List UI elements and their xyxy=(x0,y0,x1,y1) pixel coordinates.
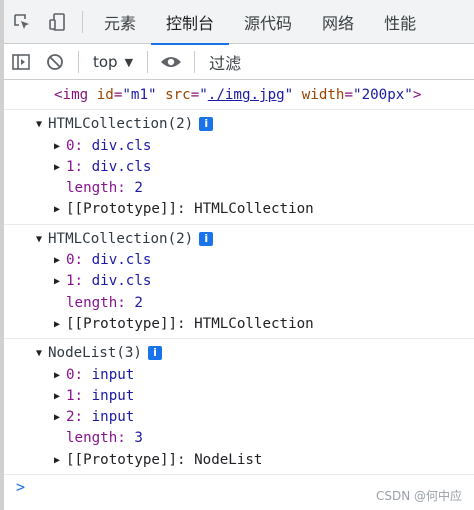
property-key: 0 xyxy=(66,366,75,383)
collapsed-triangle-icon[interactable]: ▶ xyxy=(54,271,66,292)
prototype-row[interactable]: ▶ [[Prototype]]: NodeList xyxy=(4,450,474,471)
object-property-row[interactable]: ▶ 0: div.cls xyxy=(4,136,474,157)
length-value: 3 xyxy=(134,430,143,447)
tag-open: <img xyxy=(54,87,89,103)
tab-console[interactable]: 控制台 xyxy=(151,0,230,45)
toolbar-divider xyxy=(82,10,83,33)
attr-name: width xyxy=(301,87,345,103)
prompt-chevron-icon: > xyxy=(16,478,26,497)
object-property-row[interactable]: ▶ 1: div.cls xyxy=(4,157,474,178)
object-summary: HTMLCollection(2) xyxy=(48,230,194,247)
collapsed-triangle-icon[interactable]: ▶ xyxy=(54,157,66,178)
prototype-value: NodeList xyxy=(194,451,263,468)
context-selector-label: top xyxy=(93,53,118,71)
attr-value: "m1" xyxy=(122,87,157,103)
console-toolbar: top ▼ 过滤 xyxy=(4,45,474,80)
property-key: 0 xyxy=(66,252,75,269)
object-property-row[interactable]: ▶ 0: input xyxy=(4,365,474,386)
length-row: length: 2 xyxy=(66,180,143,197)
toolbar-divider xyxy=(194,51,196,73)
tab-elements[interactable]: 元素 xyxy=(89,0,151,44)
info-icon[interactable]: i xyxy=(199,117,214,132)
property-value: div.cls xyxy=(91,137,152,154)
property-key: 1 xyxy=(66,158,75,175)
tab-performance[interactable]: 性能 xyxy=(369,0,431,44)
prototype-value: HTMLCollection xyxy=(194,201,314,218)
src-link[interactable]: ./img.jpg xyxy=(208,87,285,103)
attr-value: "200px" xyxy=(353,87,413,103)
chevron-down-icon: ▼ xyxy=(124,55,134,69)
device-toolbar-icon[interactable] xyxy=(40,0,76,44)
collapsed-triangle-icon[interactable]: ▶ xyxy=(54,250,66,271)
prototype-row[interactable]: ▶ [[Prototype]]: HTMLCollection xyxy=(4,199,474,220)
context-selector[interactable]: top ▼ xyxy=(85,45,141,80)
property-value: div.cls xyxy=(91,273,152,290)
prototype-row[interactable]: ▶ [[Prototype]]: HTMLCollection xyxy=(4,314,474,335)
img-element-line[interactable]: <img id="m1" src="./img.jpg" width="200p… xyxy=(4,85,474,106)
length-row: length: 3 xyxy=(66,430,143,447)
toolbar-divider xyxy=(147,51,149,73)
property-value: div.cls xyxy=(91,252,152,269)
filter-input[interactable]: 过滤 xyxy=(201,45,474,80)
collapsed-triangle-icon[interactable]: ▶ xyxy=(54,136,66,157)
inspect-element-icon[interactable] xyxy=(4,0,40,44)
watermark: CSDN @何中应 xyxy=(375,489,462,503)
length-value: 2 xyxy=(134,294,143,311)
object-property-row[interactable]: ▶ 2: input xyxy=(4,407,474,428)
info-icon[interactable]: i xyxy=(199,231,214,246)
object-header[interactable]: ▼ HTMLCollection(2) i xyxy=(4,229,474,250)
attr-name: src xyxy=(165,87,191,103)
console-message-group: ▼ HTMLCollection(2) i ▶ 0: div.cls ▶ 1: div.… xyxy=(4,225,474,340)
length-row: length: 2 xyxy=(66,294,143,311)
expanded-triangle-icon[interactable]: ▼ xyxy=(36,114,48,135)
live-expression-icon[interactable] xyxy=(154,45,188,80)
property-key: 2 xyxy=(66,409,75,426)
tab-network[interactable]: 网络 xyxy=(307,0,369,44)
object-summary: NodeList(3) xyxy=(48,345,142,362)
collapsed-triangle-icon[interactable]: ▶ xyxy=(54,365,66,386)
object-property-row[interactable]: ▶ 1: input xyxy=(4,386,474,407)
object-property-row[interactable]: ▶ 1: div.cls xyxy=(4,271,474,292)
property-value: input xyxy=(91,366,135,383)
property-value: input xyxy=(91,387,135,404)
length-key: length xyxy=(66,430,118,447)
attr-quote: " xyxy=(199,87,208,103)
tab-sources[interactable]: 源代码 xyxy=(229,0,307,44)
property-value: input xyxy=(91,409,135,426)
show-sidebar-icon[interactable] xyxy=(4,45,38,80)
property-key: 0 xyxy=(66,137,75,154)
devtools-tab-bar: 元素 控制台 源代码 网络 性能 xyxy=(4,0,474,45)
object-summary: HTMLCollection(2) xyxy=(48,116,194,133)
toolbar-divider xyxy=(78,51,79,73)
object-header[interactable]: ▼ HTMLCollection(2) i xyxy=(4,114,474,135)
clear-console-icon[interactable] xyxy=(38,45,72,80)
length-key: length xyxy=(66,294,118,311)
console-message-img[interactable]: <img id="m1" src="./img.jpg" width="200p… xyxy=(4,81,474,111)
prototype-key: [[Prototype]] xyxy=(66,201,178,218)
attr-name: id xyxy=(96,87,114,103)
attr-quote: " xyxy=(284,87,294,103)
tag-close: > xyxy=(412,87,422,103)
collapsed-triangle-icon[interactable]: ▶ xyxy=(54,199,66,220)
collapsed-triangle-icon[interactable]: ▶ xyxy=(54,407,66,428)
console-message-group: ▼ HTMLCollection(2) i ▶ 0: div.cls ▶ 1: div.… xyxy=(4,110,474,225)
console-messages: <img id="m1" src="./img.jpg" width="200p… xyxy=(4,81,474,501)
expanded-triangle-icon[interactable]: ▼ xyxy=(36,343,48,364)
console-message-group: ▼ NodeList(3) i ▶ 0: input ▶ 1: input ▶ 2: in… xyxy=(4,339,474,476)
prototype-key: [[Prototype]] xyxy=(66,451,178,468)
info-icon[interactable]: i xyxy=(147,346,162,361)
property-key: 1 xyxy=(66,273,75,290)
prototype-value: HTMLCollection xyxy=(194,315,314,332)
property-key: 1 xyxy=(66,387,75,404)
collapsed-triangle-icon[interactable]: ▶ xyxy=(54,386,66,407)
expanded-triangle-icon[interactable]: ▼ xyxy=(36,229,48,250)
collapsed-triangle-icon[interactable]: ▶ xyxy=(54,450,66,471)
length-key: length xyxy=(66,180,118,197)
prototype-key: [[Prototype]] xyxy=(66,315,178,332)
length-value: 2 xyxy=(134,180,143,197)
object-header[interactable]: ▼ NodeList(3) i xyxy=(4,343,474,364)
property-value: div.cls xyxy=(91,158,152,175)
object-property-row[interactable]: ▶ 0: div.cls xyxy=(4,250,474,271)
collapsed-triangle-icon[interactable]: ▶ xyxy=(54,314,66,335)
